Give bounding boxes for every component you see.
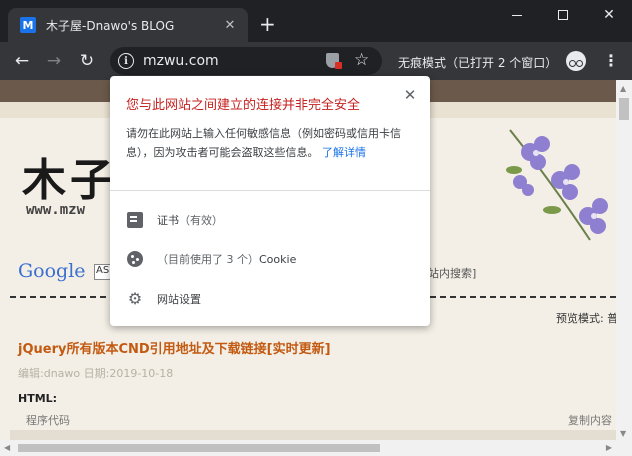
- new-tab-button[interactable]: +: [259, 13, 276, 35]
- article-meta: 编辑:dnawo 日期:2019-10-18: [18, 367, 174, 380]
- connection-warning-description: 请勿在此网站上输入任何敏感信息（例如密码或信用卡信息），因为攻击者可能会盗取这些…: [126, 124, 420, 162]
- tab-strip: M 木子屋-Dnawo's BLOG ✕ + ✕: [0, 0, 632, 42]
- scroll-right-icon[interactable]: ▶: [606, 443, 612, 452]
- site-info-popup: 您与此网站之间建立的连接并非完全安全 ✕ 请勿在此网站上输入任何敏感信息（例如密…: [110, 76, 430, 326]
- site-search-option[interactable]: 站内搜索]: [428, 265, 476, 281]
- site-logo-text: 木子: [22, 155, 118, 206]
- site-settings-row[interactable]: ⚙ 网站设置: [110, 282, 430, 316]
- minimize-icon: [512, 14, 522, 16]
- back-button[interactable]: ←: [10, 49, 34, 73]
- gear-icon: ⚙: [127, 289, 143, 308]
- scroll-down-icon[interactable]: ▼: [620, 429, 626, 438]
- cookie-label: （目前使用了 3 个）Cookie: [157, 251, 296, 267]
- forward-button[interactable]: →: [42, 49, 66, 73]
- close-icon: ✕: [603, 7, 615, 23]
- address-bar[interactable]: i mzwu.com ☆: [110, 47, 382, 75]
- cookie-row[interactable]: （目前使用了 3 个）Cookie: [110, 242, 430, 276]
- vertical-scrollbar[interactable]: ▲ ▼: [616, 80, 632, 440]
- certificate-status: （有效）: [179, 214, 223, 227]
- connection-warning-title: 您与此网站之间建立的连接并非完全安全: [126, 98, 361, 113]
- site-settings-label: 网站设置: [157, 293, 201, 306]
- horizontal-scrollbar[interactable]: ◀ ▶: [0, 440, 632, 456]
- preview-mode-label[interactable]: 预览模式: 普: [556, 310, 618, 326]
- copy-content-link[interactable]: 复制内容: [568, 412, 612, 428]
- menu-icon[interactable]: ⋮: [603, 51, 619, 71]
- learn-more-link[interactable]: 了解详情: [322, 146, 366, 159]
- cookie-icon: [127, 251, 143, 267]
- tab-title: 木子屋-Dnawo's BLOG: [46, 18, 175, 33]
- window-maximize-button[interactable]: [540, 0, 586, 30]
- window-minimize-button[interactable]: [494, 0, 540, 30]
- incognito-icon[interactable]: [566, 51, 586, 71]
- scroll-up-icon[interactable]: ▲: [620, 84, 626, 93]
- site-favicon-icon: M: [20, 17, 36, 33]
- popup-divider: [110, 190, 430, 191]
- url-text[interactable]: mzwu.com: [143, 53, 219, 69]
- tab-close-icon[interactable]: ✕: [222, 18, 238, 33]
- certificate-icon: [127, 212, 143, 228]
- tab-active[interactable]: M 木子屋-Dnawo's BLOG ✕: [8, 8, 248, 42]
- scroll-left-icon[interactable]: ◀: [4, 443, 10, 452]
- window-close-button[interactable]: ✕: [586, 0, 632, 30]
- vertical-scroll-thumb[interactable]: [619, 98, 629, 120]
- site-logo-url: www.mzw: [26, 202, 86, 218]
- certificate-label: 证书（有效）: [157, 212, 223, 228]
- blocked-content-shield-icon[interactable]: [326, 53, 342, 69]
- popup-close-icon[interactable]: ✕: [400, 86, 420, 104]
- flower-decoration: [506, 129, 608, 241]
- article-title-link[interactable]: jQuery所有版本CND引用地址及下载链接[实时更新]: [18, 338, 331, 357]
- bookmark-star-icon[interactable]: ☆: [354, 50, 369, 70]
- browser-toolbar: ← → ↻ i mzwu.com ☆ 无痕模式（已打开 2 个窗口） ⋮: [0, 42, 632, 80]
- reload-button[interactable]: ↻: [75, 49, 99, 73]
- certificate-text: 证书: [157, 214, 179, 227]
- incognito-label: 无痕模式（已打开 2 个窗口）: [398, 56, 558, 70]
- site-info-icon[interactable]: i: [118, 53, 134, 69]
- html-section-label: HTML:: [18, 392, 58, 405]
- cookie-text: Cookie: [259, 253, 297, 266]
- google-logo: Google: [18, 260, 86, 282]
- code-label: 程序代码: [26, 414, 70, 427]
- certificate-row[interactable]: 证书（有效）: [110, 203, 430, 237]
- maximize-icon: [558, 10, 568, 20]
- horizontal-scroll-thumb[interactable]: [18, 444, 380, 452]
- cookie-count: （目前使用了 3 个）: [157, 253, 259, 266]
